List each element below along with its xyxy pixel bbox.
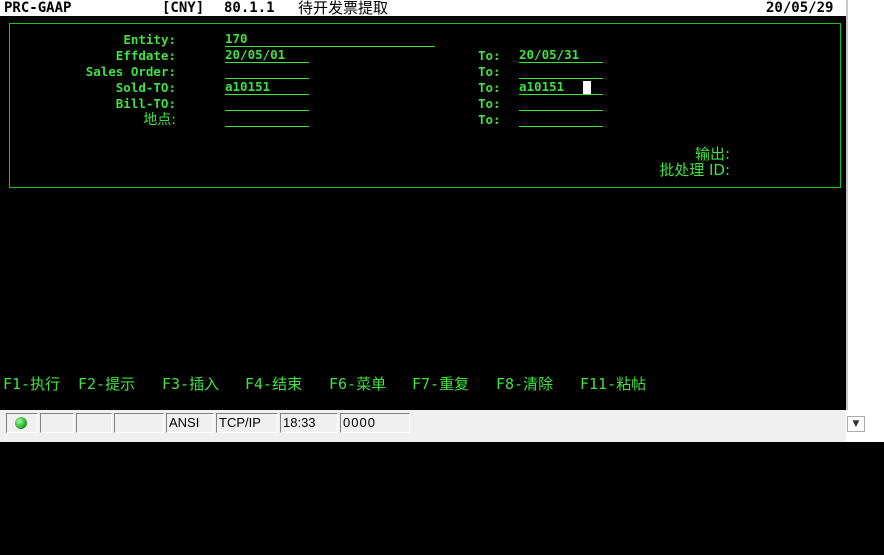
entity-field[interactable]: 170 <box>225 32 435 47</box>
fkey-f4[interactable]: F4-结束 <box>245 375 302 393</box>
effdate-to-value: 20/05/31 <box>519 47 580 62</box>
status-empty-cell-1 <box>40 413 74 433</box>
bill-to-to-label: To: <box>478 96 501 111</box>
entity-value: 170 <box>225 31 248 46</box>
header-bar: PRC-GAAP [CNY] 80.1.1 待开发票提取 20/05/29 <box>0 0 846 16</box>
scrollbar-edge <box>846 0 848 410</box>
fkey-f7[interactable]: F7-重复 <box>412 375 469 393</box>
fkey-f8[interactable]: F8-清除 <box>496 375 553 393</box>
site-to-label: To: <box>478 112 501 127</box>
bill-to-to-field[interactable] <box>519 96 603 111</box>
header-date: 20/05/29 <box>766 0 834 16</box>
fkey-f11[interactable]: F11-粘帖 <box>580 375 646 393</box>
effdate-from-value: 20/05/01 <box>225 47 286 62</box>
vertical-scrollbar[interactable] <box>846 0 884 442</box>
site-to-field[interactable] <box>519 112 603 127</box>
effdate-to-label: To: <box>478 48 501 63</box>
entity-label: Entity: <box>123 32 176 47</box>
menu-code: 80.1.1 <box>224 0 275 16</box>
site-from-field[interactable] <box>225 112 309 127</box>
function-key-bar: F1-执行 F2-提示 F3-插入 F4-结束 F6-菜单 F7-重复 F8-清… <box>3 375 646 555</box>
status-bar: ANSI TCP/IP 18:33 0000 <box>0 410 846 442</box>
bill-to-from-field[interactable] <box>225 96 309 111</box>
status-empty-cell-2 <box>76 413 112 433</box>
sales-order-to-label: To: <box>478 64 501 79</box>
connection-status-icon <box>15 417 27 429</box>
currency-code: [CNY] <box>162 0 205 16</box>
sold-to-from-field[interactable]: a10151 <box>225 80 309 95</box>
sales-order-to-field[interactable] <box>519 64 603 79</box>
bill-to-label: Bill-TO: <box>115 96 176 111</box>
screen-title: 待开发票提取 <box>298 0 389 17</box>
effdate-from-field[interactable]: 20/05/01 <box>225 48 309 63</box>
batch-id-label: 批处理 ID: <box>659 161 730 179</box>
fkey-f2[interactable]: F2-提示 <box>78 375 135 393</box>
site-label: 地点: <box>143 112 176 128</box>
sold-to-to-field[interactable]: a10151 <box>519 80 603 95</box>
status-time: 18:33 <box>280 413 338 433</box>
sales-order-label: Sales Order: <box>85 64 176 79</box>
status-empty-cell-3 <box>114 413 164 433</box>
sold-to-to-label: To: <box>478 80 501 95</box>
system-name: PRC-GAAP <box>4 0 72 16</box>
sold-to-label: Sold-TO: <box>115 80 176 95</box>
fkey-f1[interactable]: F1-执行 <box>3 375 60 393</box>
effdate-label: Effdate: <box>115 48 176 63</box>
sold-to-from-value: a10151 <box>225 79 271 94</box>
fkey-f6[interactable]: F6-菜单 <box>329 375 386 393</box>
status-encoding: ANSI <box>166 413 214 433</box>
sales-order-from-field[interactable] <box>225 64 309 79</box>
status-counter: 0000 <box>340 413 410 433</box>
effdate-to-field[interactable]: 20/05/31 <box>519 48 603 63</box>
fkey-f3[interactable]: F3-插入 <box>162 375 219 393</box>
sold-to-to-value: a10151 <box>519 79 565 94</box>
chevron-down-icon[interactable]: ▼ <box>847 416 865 432</box>
text-cursor <box>583 81 591 94</box>
output-label: 输出: <box>694 145 730 163</box>
terminal-screen[interactable]: PRC-GAAP [CNY] 80.1.1 待开发票提取 20/05/29 En… <box>0 0 846 410</box>
status-protocol: TCP/IP <box>216 413 278 433</box>
